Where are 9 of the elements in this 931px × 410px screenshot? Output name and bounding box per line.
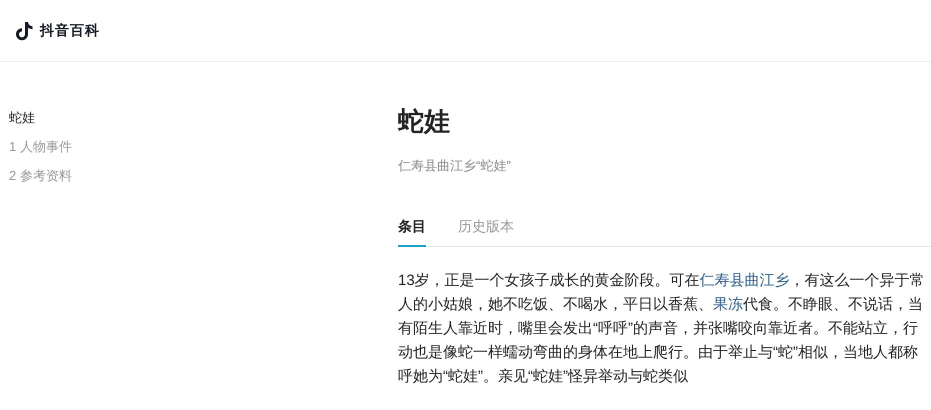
text-link[interactable]: 果冻 <box>713 296 743 312</box>
text-link[interactable]: 仁寿县曲江乡 <box>700 272 790 288</box>
article-title: 蛇娃 <box>398 106 450 139</box>
music-note-icon <box>16 20 34 40</box>
logo-text[interactable]: 抖音百科 <box>40 20 100 41</box>
article-subtitle: 仁寿县曲江乡“蛇娃” <box>398 157 511 175</box>
article-paragraph: 13岁，正是一个女孩子成长的黄金阶段。可在仁寿县曲江乡，有这么一个异于常人的小姑娘，她不吃饭、不喝水，平日以香蕉、果冻代食。不睁眼、不说话，当有陌生人靠近时，嘴里会发出“呼呼”的声音，并张嘴咬向靠近者。不能站立，行动也是像蛇一样蠕动弯曲的身体在地上爬行。由于举止与“蛇”相似，当地人都称呼她为“蛇娃”。亲见“蛇娃”怪异举动与蛇类似 <box>398 270 926 386</box>
toc-item[interactable]: 蛇娃 <box>9 108 35 127</box>
tab[interactable]: 条目 <box>398 216 426 246</box>
